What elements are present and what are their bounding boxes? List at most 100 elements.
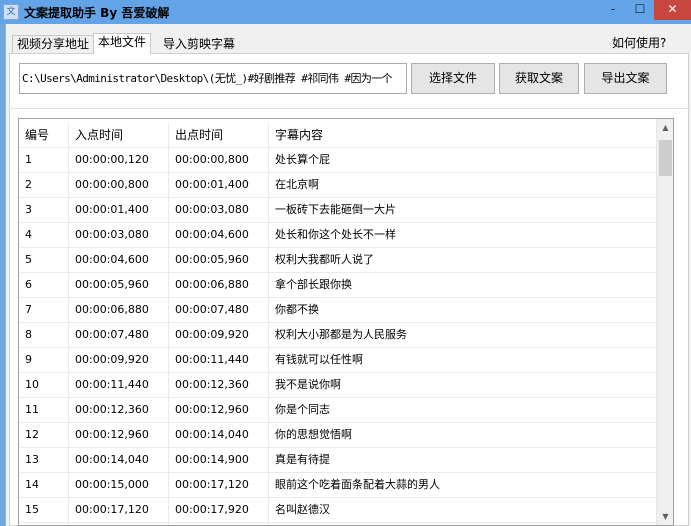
cell-out-time: 00:00:05,960	[169, 248, 269, 273]
cell-in-time: 00:00:09,920	[69, 348, 169, 373]
divider	[9, 108, 689, 109]
cell-out-time: 00:00:01,400	[169, 173, 269, 198]
minimize-button[interactable]: -	[600, 0, 626, 20]
cell-id: 7	[19, 298, 69, 323]
cell-in-time: 00:00:12,960	[69, 423, 169, 448]
cell-content: 处长算个屁	[275, 153, 330, 166]
choose-file-button[interactable]: 选择文件	[411, 63, 495, 94]
table-row[interactable]: 14 00:00:15,000 00:00:17,120 眼前这个吃着面条配着大蒜的男…	[19, 473, 656, 498]
cell-id: 4	[19, 223, 69, 248]
cell-in-time: 00:00:00,120	[69, 148, 169, 173]
table-row[interactable]: 5 00:00:04,600 00:00:05,960 权利大我都听人说了	[19, 248, 656, 273]
maximize-button[interactable]: ☐	[627, 0, 653, 20]
export-text-button[interactable]: 导出文案	[584, 63, 667, 94]
cell-in-time: 00:00:00,800	[69, 173, 169, 198]
cell-id: 3	[19, 198, 69, 223]
cell-out-time: 00:00:17,120	[169, 473, 269, 498]
cell-content: 拿个部长跟你换	[275, 278, 352, 291]
cell-id: 15	[19, 498, 69, 523]
cell-id: 8	[19, 323, 69, 348]
cell-out-time: 00:00:14,900	[169, 448, 269, 473]
cell-out-time: 00:00:00,800	[169, 148, 269, 173]
cell-content: 名叫赵德汉	[275, 503, 330, 516]
cell-content: 眼前这个吃着面条配着大蒜的男人	[275, 478, 440, 491]
cell-id: 12	[19, 423, 69, 448]
cell-content: 一板砖下去能砸倒一大片	[275, 203, 396, 216]
cell-in-time: 00:00:05,960	[69, 273, 169, 298]
cell-out-time: 00:00:09,920	[169, 323, 269, 348]
column-header-content[interactable]: 字幕内容	[269, 123, 656, 148]
table-row[interactable]: 3 00:00:01,400 00:00:03,080 一板砖下去能砸倒一大片	[19, 198, 656, 223]
subtitle-table: 编号 入点时间 出点时间 字幕内容 1 00:00:00,120 00:00:00,…	[18, 118, 674, 526]
cell-in-time: 00:00:15,000	[69, 473, 169, 498]
cell-in-time: 00:00:01,400	[69, 198, 169, 223]
cell-out-time: 00:00:06,880	[169, 273, 269, 298]
title-bar: 文 文案提取助手 By 吾爱破解 - ☐ ✕	[0, 0, 691, 24]
window-title: 文案提取助手 By 吾爱破解	[24, 6, 170, 20]
tab-video-share-url[interactable]: 视频分享地址	[12, 35, 95, 53]
tab-import-jianying-subtitles[interactable]: 导入剪映字幕	[158, 35, 240, 53]
cell-id: 13	[19, 448, 69, 473]
file-path-input[interactable]: C:\Users\Administrator\Desktop\(无忧_)#好剧推…	[19, 63, 407, 94]
fetch-text-button[interactable]: 获取文案	[499, 63, 579, 94]
cell-in-time: 00:00:03,080	[69, 223, 169, 248]
cell-id: 5	[19, 248, 69, 273]
cell-out-time: 00:00:17,920	[169, 498, 269, 523]
cell-id: 10	[19, 373, 69, 398]
cell-out-time: 00:00:11,440	[169, 348, 269, 373]
app-icon: 文	[3, 4, 19, 20]
cell-in-time: 00:00:04,600	[69, 248, 169, 273]
cell-content: 在北京啊	[275, 178, 319, 191]
column-header-out-time[interactable]: 出点时间	[169, 123, 269, 148]
cell-id: 11	[19, 398, 69, 423]
table-row[interactable]: 11 00:00:12,360 00:00:12,960 你是个同志	[19, 398, 656, 423]
table-row[interactable]: 13 00:00:14,040 00:00:14,900 真是有待提	[19, 448, 656, 473]
help-link[interactable]: 如何使用?	[612, 34, 666, 51]
cell-content: 我不是说你啊	[275, 378, 341, 391]
cell-id: 6	[19, 273, 69, 298]
scrollbar-thumb[interactable]	[659, 140, 672, 176]
table-row[interactable]: 15 00:00:17,120 00:00:17,920 名叫赵德汉	[19, 498, 656, 523]
cell-content: 有钱就可以任性啊	[275, 353, 363, 366]
scroll-up-icon[interactable]: ▲	[657, 119, 673, 136]
cell-content: 处长和你这个处长不一样	[275, 228, 396, 241]
cell-id: 2	[19, 173, 69, 198]
column-header-in-time[interactable]: 入点时间	[69, 123, 169, 148]
cell-in-time: 00:00:14,040	[69, 448, 169, 473]
table-row[interactable]: 1 00:00:00,120 00:00:00,800 处长算个屁	[19, 148, 656, 173]
table-row[interactable]: 7 00:00:06,880 00:00:07,480 你都不换	[19, 298, 656, 323]
cell-content: 真是有待提	[275, 453, 330, 466]
cell-id: 9	[19, 348, 69, 373]
table-row[interactable]: 9 00:00:09,920 00:00:11,440 有钱就可以任性啊	[19, 348, 656, 373]
cell-content: 权利大小那都是为人民服务	[275, 328, 407, 341]
table-row[interactable]: 12 00:00:12,960 00:00:14,040 你的思想觉悟啊	[19, 423, 656, 448]
cell-out-time: 00:00:12,960	[169, 398, 269, 423]
tab-local-file[interactable]: 本地文件	[93, 33, 152, 54]
cell-in-time: 00:00:07,480	[69, 323, 169, 348]
cell-out-time: 00:00:12,360	[169, 373, 269, 398]
cell-in-time: 00:00:11,440	[69, 373, 169, 398]
column-header-id[interactable]: 编号	[19, 123, 69, 148]
cell-in-time: 00:00:12,360	[69, 398, 169, 423]
cell-in-time: 00:00:06,880	[69, 298, 169, 323]
scroll-down-icon[interactable]: ▼	[657, 508, 673, 525]
table-row[interactable]: 2 00:00:00,800 00:00:01,400 在北京啊	[19, 173, 656, 198]
table-row[interactable]: 6 00:00:05,960 00:00:06,880 拿个部长跟你换	[19, 273, 656, 298]
close-button[interactable]: ✕	[654, 0, 691, 20]
cell-content: 你是个同志	[275, 403, 330, 416]
cell-out-time: 00:00:03,080	[169, 198, 269, 223]
cell-id: 1	[19, 148, 69, 173]
table-row[interactable]: 10 00:00:11,440 00:00:12,360 我不是说你啊	[19, 373, 656, 398]
table-header: 编号 入点时间 出点时间 字幕内容	[19, 123, 656, 148]
vertical-scrollbar[interactable]: ▲ ▼	[656, 119, 673, 525]
cell-in-time: 00:00:17,120	[69, 498, 169, 523]
cell-content: 你都不换	[275, 303, 319, 316]
table-row[interactable]: 8 00:00:07,480 00:00:09,920 权利大小那都是为人民服务	[19, 323, 656, 348]
cell-out-time: 00:00:04,600	[169, 223, 269, 248]
table-row[interactable]: 4 00:00:03,080 00:00:04,600 处长和你这个处长不一样	[19, 223, 656, 248]
cell-out-time: 00:00:07,480	[169, 298, 269, 323]
cell-content: 你的思想觉悟啊	[275, 428, 352, 441]
cell-content: 权利大我都听人说了	[275, 253, 374, 266]
cell-id: 14	[19, 473, 69, 498]
cell-out-time: 00:00:14,040	[169, 423, 269, 448]
